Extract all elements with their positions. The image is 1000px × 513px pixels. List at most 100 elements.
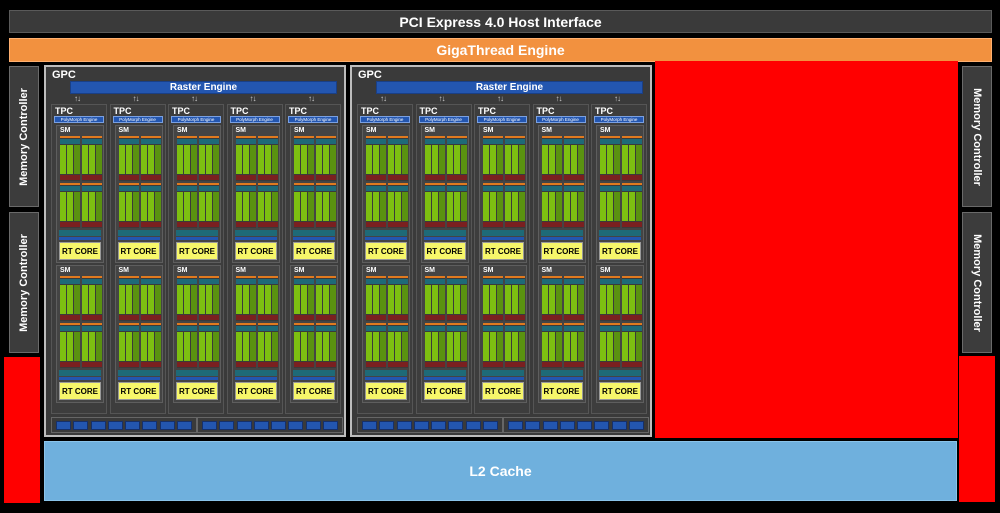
rt-core: RT CORE [59, 382, 101, 400]
rop-unit [271, 420, 287, 430]
sm-processing-block [294, 276, 314, 321]
sm-tex-blocks [117, 237, 160, 240]
sm: SM RT CORE [537, 265, 586, 403]
sm: SM RT CORE [56, 265, 104, 403]
sm-tex-blocks [423, 377, 466, 380]
sm-processing-block [235, 276, 256, 321]
sm-processing-block [140, 276, 161, 321]
gpc-label: GPC [358, 69, 382, 81]
rop-unit [542, 420, 558, 430]
polymorph-engine: PolyMorph Engine [594, 116, 644, 123]
sm-processing-block [424, 136, 445, 181]
sm: SM RT CORE [231, 125, 280, 263]
redacted-region-right [959, 356, 995, 502]
raster-engine: Raster Engine [70, 81, 337, 94]
tpc: TPC PolyMorph Engine SM RT CORE SM RT CO… [474, 104, 530, 414]
rt-core: RT CORE [540, 242, 583, 260]
sm: SM RT CORE [56, 125, 104, 263]
bidirectional-arrows-icon: ↑↓ [191, 94, 198, 103]
rt-core: RT CORE [176, 242, 218, 260]
sm-processing-block [235, 183, 256, 228]
rt-core-label: RT CORE [296, 246, 332, 256]
rop-unit [611, 420, 627, 430]
sm-processing-block [60, 136, 80, 181]
polymorph-engine: PolyMorph Engine [535, 116, 586, 123]
sm-processing-block [541, 276, 562, 321]
rt-core: RT CORE [423, 242, 466, 260]
sm-processing-block [366, 276, 386, 321]
sm-label: SM [294, 127, 305, 134]
rt-core-label: RT CORE [602, 246, 638, 256]
rt-core: RT CORE [234, 382, 277, 400]
rop-unit [465, 420, 481, 430]
sm-processing-block [235, 323, 256, 368]
rt-core-label: RT CORE [368, 386, 404, 396]
sm-processing-block [483, 136, 503, 181]
sm-processing-block [622, 136, 642, 181]
sm-texture-units [540, 370, 583, 376]
memory-controller-label: Memory Controller [971, 87, 984, 186]
pci-express-host-interface: PCI Express 4.0 Host Interface [9, 10, 992, 33]
sm: SM RT CORE [596, 125, 644, 263]
sm-processing-block [257, 323, 278, 368]
sm-processing-block [505, 136, 525, 181]
sm-texture-units [365, 370, 407, 376]
sm-processing-block [483, 323, 503, 368]
rop-unit [322, 420, 338, 430]
rt-core-label: RT CORE [485, 386, 521, 396]
rop-unit [559, 420, 575, 430]
rt-core-label: RT CORE [602, 386, 638, 396]
rt-core-label: RT CORE [543, 246, 580, 256]
rt-core-label: RT CORE [426, 246, 463, 256]
rt-core-label: RT CORE [120, 386, 157, 396]
sm-processing-block [541, 323, 562, 368]
gigathread-label: GigaThread Engine [436, 42, 565, 58]
sm-processing-block [82, 276, 102, 321]
sm-tex-blocks [293, 377, 335, 380]
sm-texture-units [176, 230, 218, 236]
memory-controller-left-1: Memory Controller [9, 66, 39, 207]
rop-unit [142, 420, 158, 430]
rop-unit [288, 420, 304, 430]
polymorph-engine: PolyMorph Engine [360, 116, 410, 123]
sm-texture-units [234, 230, 277, 236]
sm-processing-block [563, 323, 584, 368]
memory-controller-label: Memory Controller [18, 87, 31, 186]
sm-texture-units [293, 370, 335, 376]
sm-tex-blocks [365, 237, 407, 240]
rt-core-label: RT CORE [62, 246, 98, 256]
raster-engine-label: Raster Engine [475, 82, 544, 93]
rop-bank [197, 417, 343, 433]
sm-processing-block [82, 323, 102, 368]
sm-processing-block [366, 183, 386, 228]
rop-unit [362, 420, 378, 430]
tpc: TPC PolyMorph Engine SM RT CORE SM RT CO… [591, 104, 647, 414]
sm-tex-blocks [176, 377, 218, 380]
sm-processing-block [257, 136, 278, 181]
polymorph-engine: PolyMorph Engine [112, 116, 163, 123]
tpc: TPC PolyMorph Engine SM RT CORE SM RT CO… [415, 104, 472, 414]
sm: SM RT CORE [537, 125, 586, 263]
sm-processing-block [388, 183, 408, 228]
sm-processing-block [316, 276, 336, 321]
tpc-label: TPC [419, 106, 438, 116]
polymorph-engine: PolyMorph Engine [477, 116, 527, 123]
sm-label: SM [60, 267, 71, 274]
sm-tex-blocks [423, 237, 466, 240]
sm-processing-block [446, 323, 467, 368]
rt-core: RT CORE [482, 242, 524, 260]
sm-processing-block [177, 276, 197, 321]
sm-processing-block [541, 136, 562, 181]
sm-processing-block [140, 183, 161, 228]
sm-processing-block [541, 183, 562, 228]
rop-unit [107, 420, 123, 430]
polymorph-engine: PolyMorph Engine [288, 116, 338, 123]
sm-label: SM [118, 267, 130, 274]
gigathread-engine: GigaThread Engine [9, 38, 992, 62]
sm-texture-units [365, 230, 407, 236]
tpc: TPC PolyMorph Engine SM RT CORE SM RT CO… [532, 104, 589, 414]
sm: SM RT CORE [231, 265, 280, 403]
rop-unit [56, 420, 72, 430]
sm: SM RT CORE [362, 125, 410, 263]
rop-unit [159, 420, 175, 430]
